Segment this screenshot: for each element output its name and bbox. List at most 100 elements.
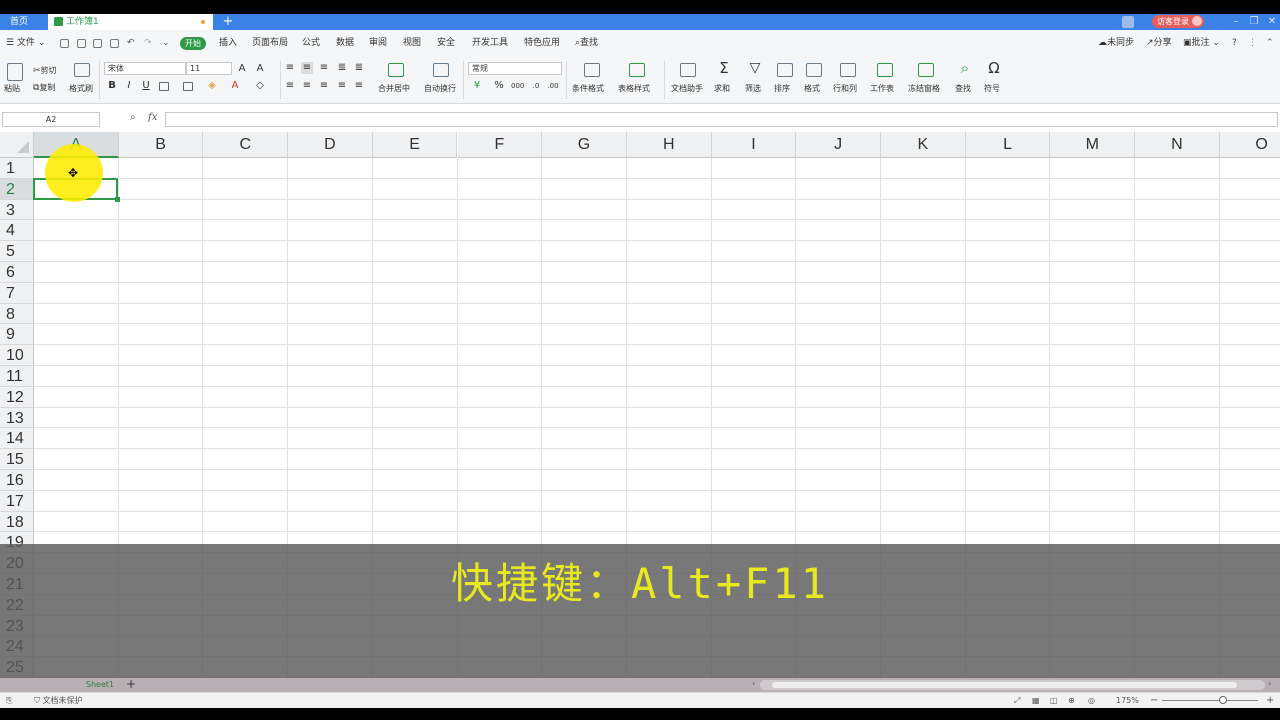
copy-button[interactable]: ⧉复制 xyxy=(33,82,55,93)
align-right-icon[interactable]: ≡ xyxy=(318,80,330,92)
select-all-corner[interactable] xyxy=(0,132,34,158)
home-tab[interactable]: 首页 xyxy=(0,14,38,30)
fit-icon[interactable]: ⤢ xyxy=(1014,693,1020,708)
fill-handle[interactable] xyxy=(115,197,120,202)
normal-view-icon[interactable]: ▦ xyxy=(1032,693,1040,708)
conditional-format-button[interactable]: 条件格式 xyxy=(572,83,604,94)
wrap-text-icon[interactable] xyxy=(433,63,449,77)
decrease-decimal-icon[interactable]: .00 xyxy=(547,80,559,92)
zoom-out-button[interactable]: − xyxy=(1150,693,1158,708)
align-left-icon[interactable]: ≡ xyxy=(284,80,296,92)
increase-decimal-icon[interactable]: .0 xyxy=(530,80,542,92)
align-center-icon[interactable]: ≡ xyxy=(301,80,313,92)
find-icon[interactable]: ⌕ xyxy=(957,61,973,76)
tab-developer[interactable]: 开发工具 xyxy=(472,30,508,57)
column-header-f[interactable]: F xyxy=(457,132,543,158)
align-top-icon[interactable]: ≡ xyxy=(284,62,296,74)
zoom-in-button[interactable]: + xyxy=(1266,693,1274,708)
format-painter-button[interactable]: 格式刷 xyxy=(69,83,93,94)
conditional-format-icon[interactable] xyxy=(584,63,600,77)
wrap-text-button[interactable]: 自动换行 xyxy=(424,83,456,94)
row-header-9[interactable]: 9 xyxy=(0,324,34,346)
find-button[interactable]: 查找 xyxy=(955,83,971,94)
comment-button[interactable]: ▣批注 ⌄ xyxy=(1183,30,1220,57)
zoom-slider-knob[interactable] xyxy=(1219,696,1227,704)
macro-icon[interactable]: ⎘ xyxy=(6,693,12,708)
restore-icon[interactable]: ❐ xyxy=(1246,14,1262,30)
share-button[interactable]: ↗分享 xyxy=(1146,30,1172,57)
help-button[interactable]: ? xyxy=(1232,30,1237,57)
column-header-d[interactable]: D xyxy=(288,132,373,158)
row-header-18[interactable]: 18 xyxy=(0,511,34,533)
row-header-2[interactable]: 2 xyxy=(0,178,34,200)
export-icon[interactable] xyxy=(77,39,86,48)
sheet-tab-sheet1[interactable]: Sheet1 xyxy=(78,678,122,692)
page-break-view-icon[interactable]: ◫ xyxy=(1050,693,1058,708)
print-preview-icon[interactable] xyxy=(110,39,119,48)
row-header-15[interactable]: 15 xyxy=(0,449,34,470)
row-header-16[interactable]: 16 xyxy=(0,470,34,491)
scroll-right-icon[interactable]: › xyxy=(1268,679,1271,688)
minimize-icon[interactable]: – xyxy=(1228,14,1244,30)
search-command[interactable]: ⌕查找 xyxy=(575,30,598,57)
table-style-button[interactable]: 表格样式 xyxy=(618,83,650,94)
font-size-select[interactable]: 11 xyxy=(186,62,232,75)
freeze-panes-button[interactable]: 冻结窗格 xyxy=(908,83,940,94)
tab-review[interactable]: 审阅 xyxy=(369,30,387,57)
zoom-level[interactable]: 175% xyxy=(1116,693,1139,708)
column-header-h[interactable]: H xyxy=(626,132,712,158)
sort-button[interactable]: 排序 xyxy=(774,83,790,94)
column-header-c[interactable]: C xyxy=(203,132,289,158)
format-painter-icon[interactable] xyxy=(74,63,90,77)
file-menu[interactable]: ☰ 文件 ⌄ xyxy=(6,30,45,57)
name-box[interactable]: A2 xyxy=(2,112,100,127)
indent-increase-icon[interactable]: ≣ xyxy=(353,62,365,74)
cell-style-icon[interactable] xyxy=(183,82,193,91)
row-header-14[interactable]: 14 xyxy=(0,428,34,450)
window-layout-icon[interactable] xyxy=(1122,16,1134,28)
tab-formulas[interactable]: 公式 xyxy=(302,30,320,57)
column-header-n[interactable]: N xyxy=(1135,132,1220,158)
sum-icon[interactable]: Σ xyxy=(716,61,732,76)
row-header-17[interactable]: 17 xyxy=(0,490,34,512)
align-middle-icon[interactable]: ≡ xyxy=(301,62,313,74)
table-style-icon[interactable] xyxy=(629,63,645,77)
indent-decrease-icon[interactable]: ≣ xyxy=(336,62,348,74)
fill-color-icon[interactable]: ◈ xyxy=(206,80,218,92)
column-header-k[interactable]: K xyxy=(881,132,966,158)
row-header-7[interactable]: 7 xyxy=(0,282,34,304)
column-header-l[interactable]: L xyxy=(965,132,1051,158)
justify-icon[interactable]: ≡ xyxy=(336,80,348,92)
format-icon[interactable] xyxy=(806,63,822,77)
row-header-1[interactable]: 1 xyxy=(0,158,34,179)
horizontal-scrollbar[interactable] xyxy=(760,680,1265,690)
tab-insert[interactable]: 插入 xyxy=(219,30,237,57)
scroll-left-icon[interactable]: ‹ xyxy=(752,679,755,688)
tab-view[interactable]: 视图 xyxy=(403,30,421,57)
cut-button[interactable]: ✂剪切 xyxy=(33,65,57,76)
italic-icon[interactable]: I xyxy=(123,80,135,92)
border-icon[interactable] xyxy=(159,82,169,91)
formula-input[interactable] xyxy=(165,112,1278,127)
row-header-13[interactable]: 13 xyxy=(0,407,34,429)
column-header-o[interactable]: O xyxy=(1219,132,1280,158)
row-header-5[interactable]: 5 xyxy=(0,241,34,262)
distribute-icon[interactable]: ≡ xyxy=(353,80,365,92)
column-header-b[interactable]: B xyxy=(118,132,204,158)
format-button[interactable]: 格式 xyxy=(804,83,820,94)
number-format-select[interactable]: 常规 xyxy=(468,62,562,75)
row-header-12[interactable]: 12 xyxy=(0,386,34,408)
quick-access-dropdown-icon[interactable]: ⌄ xyxy=(162,30,170,57)
column-header-i[interactable]: I xyxy=(711,132,797,158)
tab-start[interactable]: 开始 xyxy=(180,37,206,50)
row-header-4[interactable]: 4 xyxy=(0,220,34,242)
print-icon[interactable] xyxy=(93,39,102,48)
collapse-ribbon-icon[interactable]: ⌃ xyxy=(1266,30,1274,57)
worksheet-button[interactable]: 工作表 xyxy=(870,83,894,94)
bold-icon[interactable]: B xyxy=(106,80,118,92)
filter-icon[interactable]: ▽ xyxy=(747,61,763,75)
paste-button[interactable]: 粘贴 xyxy=(4,83,20,94)
redo-icon[interactable]: ↷ xyxy=(144,30,152,57)
tab-security[interactable]: 安全 xyxy=(437,30,455,57)
scrollbar-thumb[interactable] xyxy=(772,682,1237,688)
